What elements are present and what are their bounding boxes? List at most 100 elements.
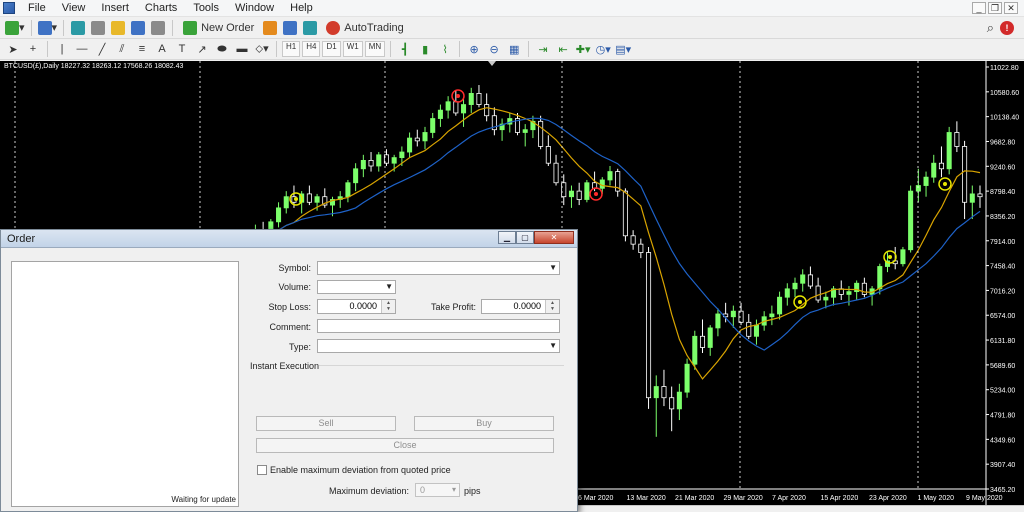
enable-deviation-checkbox[interactable] — [257, 465, 267, 475]
ellipse-tool[interactable]: ⬬ — [213, 40, 231, 58]
crosshair-tool[interactable]: + — [24, 40, 42, 58]
sell-button[interactable]: Sell — [256, 416, 396, 431]
market-watch-button[interactable] — [69, 19, 87, 37]
tester-button[interactable] — [149, 19, 167, 37]
take-profit-spinner[interactable]: ▲ ▼ — [545, 300, 559, 313]
timeframe-h1[interactable]: H1 — [282, 41, 301, 57]
line-chart-button[interactable]: ⌇ — [436, 40, 454, 58]
menu-charts[interactable]: Charts — [137, 0, 185, 17]
comment-input[interactable] — [317, 319, 560, 333]
close-icon[interactable]: ✕ — [1004, 2, 1018, 14]
time-tick-label: 15 Apr 2020 — [821, 495, 859, 502]
text-tool[interactable]: A — [153, 40, 171, 58]
candle-body — [437, 109, 443, 119]
profiles-button[interactable]: ▾ — [37, 19, 59, 37]
clock-icon: ◷▾ — [595, 43, 611, 56]
search-icon[interactable]: ⌕ — [987, 20, 994, 36]
trendline-tool[interactable]: ╱ — [93, 40, 111, 58]
stop-loss-input[interactable]: 0.0000 ▲ ▼ — [317, 299, 396, 314]
templates-icon: ▤▾ — [615, 43, 632, 56]
metaeditor-button[interactable] — [261, 19, 279, 37]
price-tick-label: 8798.40 — [990, 189, 1015, 196]
timeframe-w1[interactable]: W1 — [342, 41, 363, 57]
market-button[interactable] — [301, 19, 319, 37]
menu-view[interactable]: View — [54, 0, 94, 17]
terminal-button[interactable] — [129, 19, 147, 37]
price-tick-label: 9682.80 — [990, 139, 1015, 146]
candle-body — [422, 132, 428, 142]
indicators-dropdown[interactable]: ✚▾ — [574, 40, 592, 58]
dialog-close-icon[interactable]: ✕ — [534, 231, 574, 244]
timeframe-mn[interactable]: MN — [364, 41, 386, 57]
rectangle-tool[interactable]: ▬ — [233, 40, 251, 58]
time-tick-label: 21 Mar 2020 — [675, 495, 714, 502]
price-tick-label: 7914.00 — [990, 239, 1015, 246]
horizontal-line-tool[interactable]: — — [73, 40, 91, 58]
shapes-dropdown[interactable]: ⬦▾ — [253, 40, 271, 58]
menu-tools[interactable]: Tools — [185, 0, 227, 17]
notification-icon[interactable]: ! — [1000, 20, 1014, 35]
periods-dropdown[interactable]: ◷▾ — [594, 40, 612, 58]
signals-icon — [283, 20, 298, 35]
time-tick-label: 29 Mar 2020 — [724, 495, 763, 502]
pips-label: pips — [464, 486, 481, 496]
menu-file[interactable]: File — [20, 0, 54, 17]
candlestick-button[interactable]: ▮ — [416, 40, 434, 58]
menu-insert[interactable]: Insert — [93, 0, 137, 17]
channel-tool[interactable]: ⫽ — [113, 40, 131, 58]
timeframe-d1[interactable]: D1 — [322, 41, 341, 57]
menu-window[interactable]: Window — [227, 0, 282, 17]
volume-dropdown[interactable]: ▼ — [317, 280, 396, 294]
arrow-tool[interactable]: ↗ — [193, 40, 211, 58]
dialog-minimize-icon[interactable]: ▁ — [498, 231, 516, 244]
price-tick-label: 4791.80 — [990, 413, 1015, 420]
chart-shift-button[interactable]: ⇤ — [554, 40, 572, 58]
time-tick-label: 13 Mar 2020 — [627, 495, 666, 502]
auto-scroll-icon: ⇥ — [538, 43, 548, 56]
toolbar-separator — [276, 41, 277, 57]
stop-loss-spinner[interactable]: ▲ ▼ — [381, 300, 395, 313]
candle-body — [430, 118, 436, 133]
take-profit-input[interactable]: 0.0000 ▲ ▼ — [481, 299, 560, 314]
dialog-maximize-icon[interactable]: ▢ — [516, 231, 534, 244]
candle-body — [360, 160, 366, 170]
minimize-icon[interactable]: _ — [972, 2, 986, 14]
order-type-dropdown[interactable]: ▼ — [317, 339, 560, 353]
symbol-dropdown[interactable]: ▼ — [317, 261, 560, 275]
restore-icon[interactable]: ❐ — [988, 2, 1002, 14]
zoom-out-button[interactable]: ⊖ — [485, 40, 503, 58]
new-chart-button[interactable]: ▾ — [4, 19, 26, 37]
new-order-button[interactable]: New Order — [178, 19, 259, 37]
trendline-icon: ╱ — [98, 43, 106, 56]
max-deviation-input[interactable]: 0 ▾ — [415, 483, 460, 497]
fibonacci-tool[interactable]: ≡ — [133, 40, 151, 58]
max-deviation-value: 0 — [420, 485, 426, 495]
candle-body — [314, 196, 320, 203]
cursor-tool[interactable]: ➤ — [4, 40, 22, 58]
chart-symbol-info: BTCUSD(£),Daily 18227.32 18263.12 17568.… — [4, 63, 184, 70]
autotrading-button[interactable]: AutoTrading — [321, 19, 409, 37]
candle-body — [538, 120, 544, 147]
navigator-button[interactable] — [109, 19, 127, 37]
tile-windows-button[interactable]: ▦ — [505, 40, 523, 58]
bar-chart-button[interactable]: ┫ — [396, 40, 414, 58]
label-tool[interactable]: T — [173, 40, 191, 58]
auto-scroll-button[interactable]: ⇥ — [534, 40, 552, 58]
candle-body — [646, 252, 652, 399]
dialog-titlebar[interactable]: Order ▁ ▢ ✕ — [1, 230, 577, 248]
buy-button[interactable]: Buy — [414, 416, 554, 431]
menu-help[interactable]: Help — [282, 0, 321, 17]
new-order-icon — [183, 20, 198, 35]
globe-icon — [303, 20, 318, 35]
data-window-button[interactable] — [89, 19, 107, 37]
zoom-in-button[interactable]: ⊕ — [465, 40, 483, 58]
timeframe-h4[interactable]: H4 — [302, 41, 321, 57]
signals-button[interactable] — [281, 19, 299, 37]
toolbar-separator — [390, 41, 392, 57]
market-watch-icon — [71, 20, 86, 35]
vertical-line-tool[interactable]: | — [53, 40, 71, 58]
navigator-icon — [111, 20, 126, 35]
candle-body — [453, 101, 459, 114]
templates-dropdown[interactable]: ▤▾ — [614, 40, 632, 58]
close-button[interactable]: Close — [256, 438, 554, 453]
